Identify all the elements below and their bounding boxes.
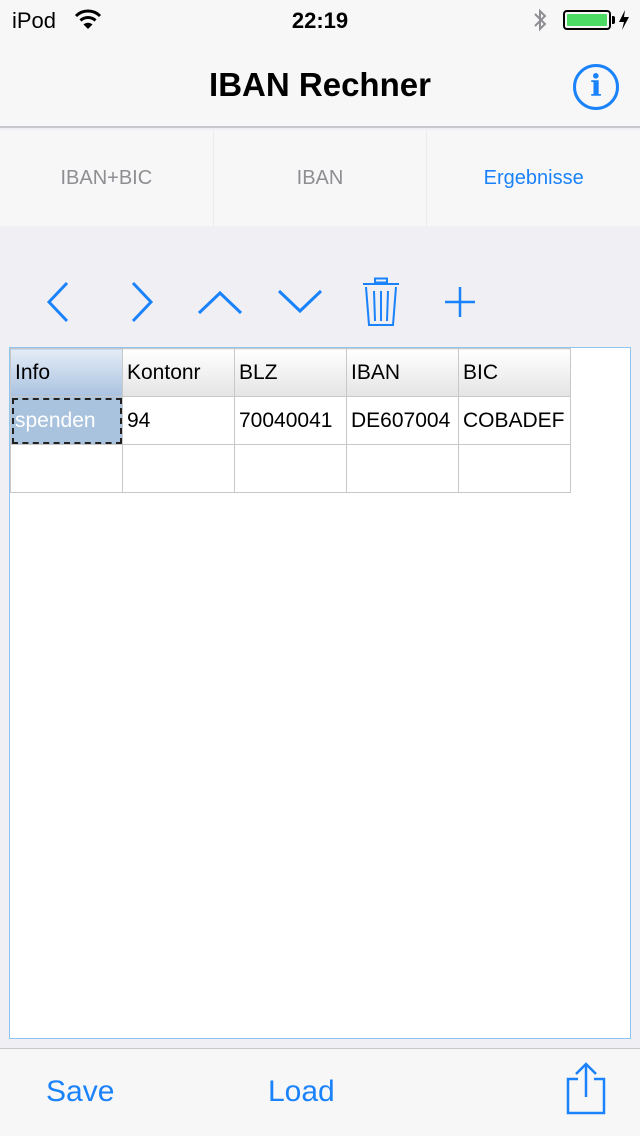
- trash-icon[interactable]: [358, 270, 404, 334]
- cell-info[interactable]: spenden: [10, 396, 123, 445]
- header-row: Info Kontonr BLZ IBAN BIC: [10, 348, 571, 397]
- status-bar: iPod 22:19: [0, 0, 640, 40]
- bluetooth-icon: [532, 7, 548, 38]
- table-row: [10, 444, 571, 493]
- cell-kontonr[interactable]: 94: [122, 396, 235, 445]
- results-table: Info Kontonr BLZ IBAN BIC spenden 94 700…: [10, 348, 571, 493]
- battery-tip: [612, 16, 615, 24]
- column-header-kontonr[interactable]: Kontonr: [122, 348, 235, 397]
- column-header-iban[interactable]: IBAN: [346, 348, 459, 397]
- results-grid[interactable]: Info Kontonr BLZ IBAN BIC spenden 94 700…: [9, 347, 631, 1039]
- cell-kontonr[interactable]: [122, 444, 235, 493]
- chevron-down-icon[interactable]: [276, 270, 324, 334]
- chevron-right-icon[interactable]: [120, 270, 164, 334]
- info-button[interactable]: i: [573, 64, 619, 110]
- load-button[interactable]: Load: [268, 1075, 335, 1109]
- cell-bic[interactable]: COBADEF: [458, 396, 571, 445]
- plus-icon[interactable]: [440, 270, 480, 334]
- bottom-toolbar: Save Load: [0, 1048, 640, 1136]
- tab-ergebnisse[interactable]: Ergebnisse: [427, 130, 640, 226]
- save-button[interactable]: Save: [46, 1075, 114, 1109]
- battery-icon: [563, 10, 611, 30]
- segment-tabs: IBAN+BIC IBAN Ergebnisse: [0, 130, 640, 226]
- chevron-up-icon[interactable]: [196, 270, 244, 334]
- share-icon[interactable]: [562, 1061, 610, 1122]
- charging-icon: [618, 9, 630, 36]
- cell-blz[interactable]: [234, 444, 347, 493]
- cell-iban[interactable]: DE607004: [346, 396, 459, 445]
- tab-iban[interactable]: IBAN: [214, 130, 428, 226]
- cell-iban[interactable]: [346, 444, 459, 493]
- cell-bic[interactable]: [458, 444, 571, 493]
- toolbar: [0, 270, 640, 334]
- table-row: spenden 94 70040041 DE607004 COBADEF: [10, 396, 571, 445]
- cell-blz[interactable]: 70040041: [234, 396, 347, 445]
- nav-bar: IBAN Rechner i: [0, 40, 640, 128]
- column-header-info[interactable]: Info: [10, 348, 123, 397]
- column-header-bic[interactable]: BIC: [458, 348, 571, 397]
- page-title: IBAN Rechner: [209, 66, 431, 103]
- cell-info[interactable]: [10, 444, 123, 493]
- tab-iban-bic[interactable]: IBAN+BIC: [0, 130, 214, 226]
- column-header-blz[interactable]: BLZ: [234, 348, 347, 397]
- chevron-left-icon[interactable]: [36, 270, 80, 334]
